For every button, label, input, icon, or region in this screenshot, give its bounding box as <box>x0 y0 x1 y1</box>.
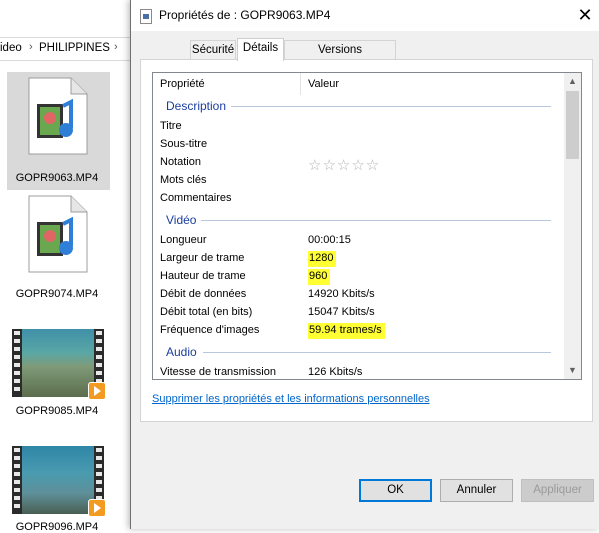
property-label[interactable]: Hauteur de trame <box>160 270 246 282</box>
ok-button[interactable]: OK <box>359 479 432 502</box>
apply-button[interactable]: Appliquer <box>521 479 594 502</box>
play-icon <box>88 382 106 400</box>
file-properties-icon <box>140 9 152 24</box>
tab-securite[interactable]: Sécurité <box>190 40 236 60</box>
property-label[interactable]: Fréquence d'images <box>160 324 259 336</box>
video-thumbnail <box>12 329 106 400</box>
cancel-button[interactable]: Annuler <box>440 479 513 502</box>
property-label[interactable]: Notation <box>160 156 201 168</box>
file-name: GOPR9096.MP4 <box>15 521 99 533</box>
breadcrumb-item[interactable]: ideo <box>0 42 22 54</box>
property-label[interactable]: Titre <box>160 120 182 132</box>
property-value-highlighted: 59.94 trames/s <box>308 323 385 339</box>
audio-video-file-icon <box>28 195 88 273</box>
rating-stars[interactable]: ☆☆☆☆☆ <box>308 156 380 174</box>
title-bar[interactable]: Propriétés de : GOPR9063.MP4 ✕ <box>131 0 599 31</box>
file-item[interactable]: GOPR9063.MP4 <box>7 72 110 190</box>
file-name: GOPR9085.MP4 <box>15 405 99 417</box>
details-panel: Propriété Valeur Description Titre Sous-… <box>140 59 593 422</box>
property-label[interactable]: Sous-titre <box>160 138 207 150</box>
property-value-highlighted: 1280 <box>308 251 337 267</box>
dialog-title: Propriétés de : GOPR9063.MP4 <box>159 8 331 22</box>
file-item[interactable]: GOPR9074.MP4 <box>7 192 110 304</box>
file-item[interactable]: GOPR9085.MP4 <box>7 325 110 420</box>
play-icon <box>88 499 106 517</box>
group-video: Vidéo <box>166 213 197 227</box>
properties-list[interactable]: Propriété Valeur Description Titre Sous-… <box>152 72 582 380</box>
group-audio: Audio <box>166 345 197 359</box>
tab-versions-precedentes[interactable]: Versions précédentes <box>284 40 396 75</box>
property-value: 00:00:15 <box>308 234 351 246</box>
properties-dialog: Propriétés de : GOPR9063.MP4 ✕ Sécurité … <box>130 0 599 529</box>
property-value: 126 Kbits/s <box>308 366 363 378</box>
scrollbar-thumb[interactable] <box>566 91 579 159</box>
file-name: GOPR9063.MP4 <box>15 172 99 184</box>
tab-details[interactable]: Détails <box>237 38 284 61</box>
column-header-property[interactable]: Propriété <box>160 78 205 90</box>
property-label[interactable]: Mots clés <box>160 174 206 186</box>
scroll-up-icon[interactable]: ▲ <box>564 73 581 90</box>
property-label[interactable]: Largeur de trame <box>160 252 244 264</box>
property-label[interactable]: Commentaires <box>160 192 232 204</box>
breadcrumb-item[interactable]: PHILIPPINES <box>39 42 110 54</box>
group-description: Description <box>166 99 227 113</box>
vertical-scrollbar[interactable]: ▲ ▼ <box>564 73 581 379</box>
property-value-highlighted: 960 <box>308 269 331 285</box>
property-label[interactable]: Débit total (en bits) <box>160 306 252 318</box>
address-bar[interactable]: ideo › PHILIPPINES › <box>0 37 131 61</box>
column-header: Propriété Valeur <box>153 73 564 95</box>
property-value: 15047 Kbits/s <box>308 306 375 318</box>
close-button[interactable]: ✕ <box>570 0 599 31</box>
column-header-value[interactable]: Valeur <box>308 78 339 90</box>
video-thumbnail <box>12 446 106 517</box>
chevron-right-icon: › <box>114 41 118 53</box>
audio-video-file-icon <box>28 77 88 155</box>
property-label[interactable]: Vitesse de transmission <box>160 366 276 378</box>
property-value: 14920 Kbits/s <box>308 288 375 300</box>
remove-properties-link[interactable]: Supprimer les propriétés et les informat… <box>152 393 430 405</box>
property-label[interactable]: Longueur <box>160 234 207 246</box>
chevron-right-icon: › <box>29 41 33 53</box>
file-item[interactable]: GOPR9096.MP4 <box>7 443 110 533</box>
file-name: GOPR9074.MP4 <box>15 288 99 300</box>
scroll-down-icon[interactable]: ▼ <box>564 362 581 379</box>
property-label[interactable]: Débit de données <box>160 288 246 300</box>
